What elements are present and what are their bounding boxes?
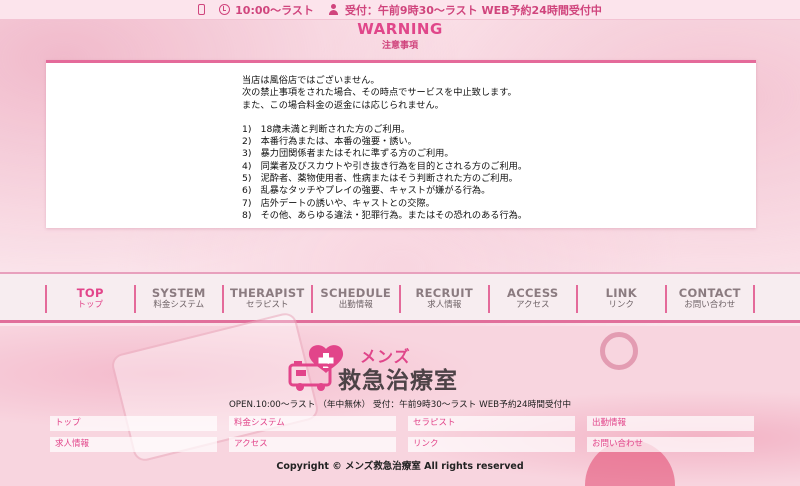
main-nav: TOP トップ SYSTEM 料金システム THERAPIST セラピスト SC…: [45, 285, 755, 313]
intro-line: また、この場合料金の返金には応じられません。: [242, 99, 444, 111]
nav-label-jp: 求人情報: [427, 300, 462, 310]
nav-item-top[interactable]: TOP トップ: [47, 285, 136, 313]
nav-item-contact[interactable]: CONTACT お問い合わせ: [667, 285, 755, 313]
rule-item: 4) 同業者及びスカウトや引き抜き行為を目的とされる方のご利用。: [242, 160, 528, 172]
rule-item: 2) 本番行為または、本番の強要・誘い。: [242, 136, 417, 148]
rule-item: 8) その他、あらゆる違法・犯罪行為。またはその恐れのある行為。: [242, 209, 528, 221]
nav-label-jp: リンク: [608, 300, 634, 310]
rule-item: 6) 乱暴なタッチやプレイの強要、キャストが嫌がる行為。: [242, 185, 491, 197]
warning-text: 当店は風俗店ではございません。 次の禁止事項をされた場合、その時点でサービスを中…: [242, 75, 742, 222]
intro-line: 次の禁止事項をされた場合、その時点でサービスを中止致します。: [242, 87, 517, 99]
footer-links: トップ 料金システム セラピスト 出勤情報 求人情報 アクセス リンク お問い合…: [50, 416, 754, 452]
phone-icon[interactable]: [198, 4, 206, 15]
footer-link-access[interactable]: アクセス: [229, 437, 396, 452]
footer-link-therapist[interactable]: セラピスト: [408, 416, 575, 431]
warning-title: WARNING: [357, 20, 443, 38]
nav-label-en: CONTACT: [678, 286, 741, 300]
stethoscope-background-image: [600, 332, 638, 370]
nav-label-en: SCHEDULE: [320, 286, 392, 300]
nav-label-jp: お問い合わせ: [684, 300, 736, 310]
nav-item-access[interactable]: ACCESS アクセス: [490, 285, 578, 313]
nav-label-jp: セラピスト: [245, 300, 289, 310]
top-info-bar: 10:00〜ラスト 受付：午前9時30〜ラスト WEB予約24時間受付中: [0, 0, 800, 20]
logo-name: 救急治療室: [338, 368, 458, 394]
nav-item-link[interactable]: LINK リンク: [578, 285, 667, 313]
prohibited-rules-list: 1) 18歳未満と判断された方のご利用。 2) 本番行為または、本番の強要・誘い…: [242, 124, 742, 222]
nav-label-jp: アクセス: [515, 300, 550, 310]
nav-label-en: TOP: [76, 286, 104, 300]
nav-item-therapist[interactable]: THERAPIST セラピスト: [224, 285, 313, 313]
nav-label-en: RECRUIT: [415, 286, 474, 300]
nav-item-schedule[interactable]: SCHEDULE 出勤情報: [313, 285, 401, 313]
business-hours: 10:00〜ラスト: [235, 3, 314, 17]
nav-label-jp: 料金システム: [153, 300, 205, 310]
copyright: Copyright © メンズ救急治療室 All rights reserved: [276, 461, 524, 472]
nav-label-en: SYSTEM: [151, 286, 206, 300]
footer-hours: OPEN.10:00〜ラスト （年中無休） 受付：午前9時30〜ラスト WEB予…: [228, 400, 572, 410]
footer-link-schedule[interactable]: 出勤情報: [587, 416, 754, 431]
intro-line: 当店は風俗店ではございません。: [242, 75, 380, 86]
warning-subtitle: 注意事項: [381, 41, 418, 51]
warning-notice-card: 当店は風俗店ではございません。 次の禁止事項をされた場合、その時点でサービスを中…: [46, 60, 756, 228]
clock-icon: [219, 4, 231, 15]
nav-label-jp: 出勤情報: [338, 300, 373, 310]
nav-label-en: ACCESS: [507, 286, 559, 300]
nav-label-jp: トップ: [77, 300, 103, 310]
footer-link-recruit[interactable]: 求人情報: [50, 437, 217, 452]
reception-hours: 受付：午前9時30〜ラスト WEB予約24時間受付中: [344, 3, 602, 17]
rule-item: 5) 泥酔者、薬物使用者、性病またはそう判断された方のご利用。: [242, 173, 518, 185]
nav-item-recruit[interactable]: RECRUIT 求人情報: [401, 285, 490, 313]
rule-item: 1) 18歳未満と判断された方のご利用。: [242, 123, 411, 135]
nav-item-system[interactable]: SYSTEM 料金システム: [136, 285, 224, 313]
nav-label-en: LINK: [605, 286, 637, 300]
user-icon: [328, 4, 340, 15]
rule-item: 7) 店外デートの誘いや、キャストとの交際。: [242, 197, 435, 209]
footer-link-contact[interactable]: お問い合わせ: [587, 437, 754, 452]
footer-link-top[interactable]: トップ: [50, 416, 217, 431]
site-logo[interactable]: メンズ 救急治療室: [288, 343, 518, 394]
nav-label-en: THERAPIST: [229, 286, 305, 300]
footer-link-system[interactable]: 料金システム: [229, 416, 396, 431]
rule-item: 3) 暴力団関係者またはそれに準ずる方のご利用。: [242, 148, 454, 160]
footer-link-link[interactable]: リンク: [408, 437, 575, 452]
